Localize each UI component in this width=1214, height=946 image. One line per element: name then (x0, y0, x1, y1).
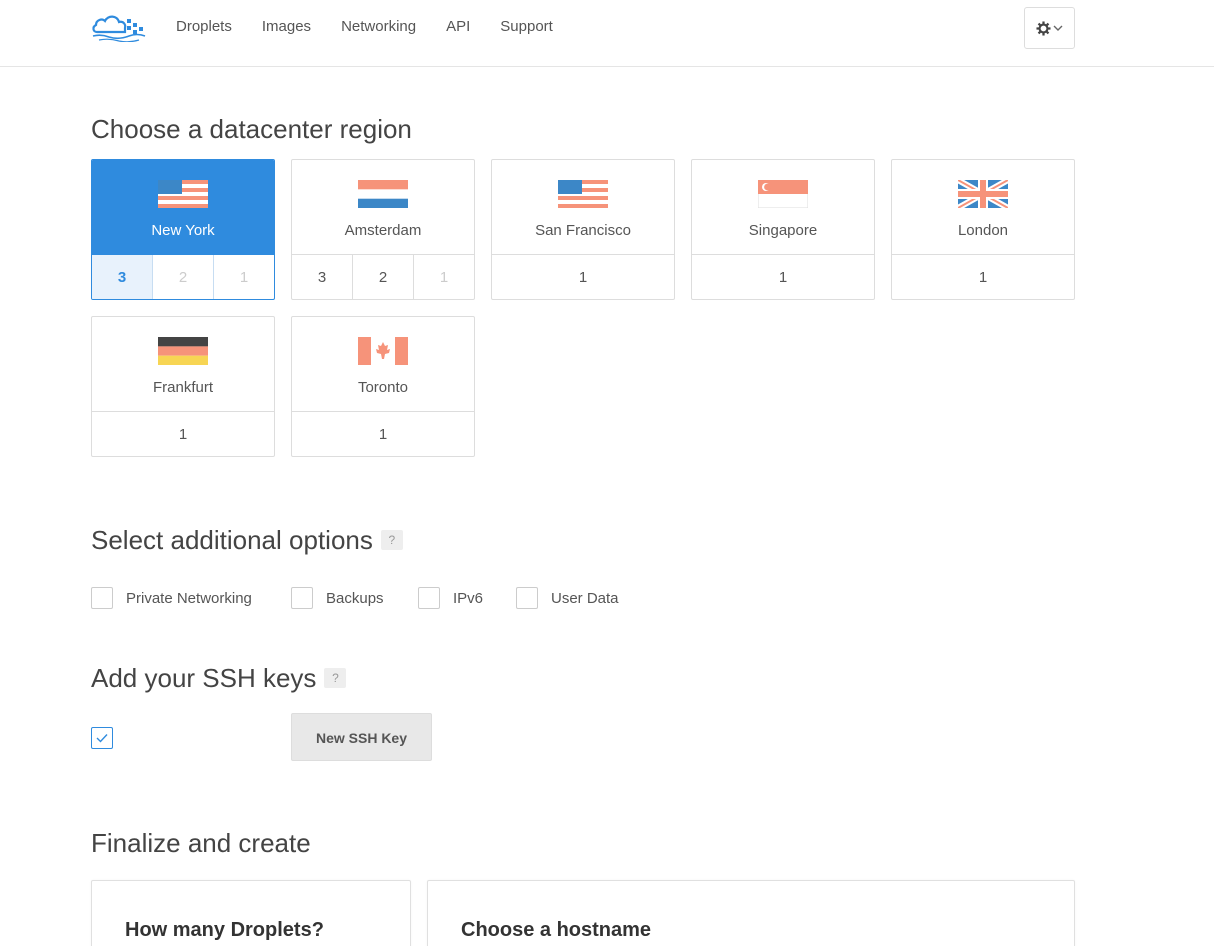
datacenter-option-1[interactable]: 1 (292, 412, 474, 456)
droplet-count-panel: How many Droplets? (91, 880, 411, 946)
private-networking-checkbox[interactable] (91, 587, 113, 609)
option-label: Backups (326, 589, 384, 607)
region-name: New York (151, 222, 215, 239)
finalize-heading: Finalize and create (91, 828, 311, 858)
region-card-frankfurt[interactable]: Frankfurt 1 (91, 316, 275, 457)
datacenter-option-1[interactable]: 1 (892, 255, 1074, 299)
region-card-toronto[interactable]: Toronto 1 (291, 316, 475, 457)
ssh-key-option[interactable] (91, 727, 113, 749)
region-card-san-francisco[interactable]: San Francisco 1 (491, 159, 675, 300)
option-label: IPv6 (453, 589, 484, 607)
datacenter-option-1[interactable]: 1 (692, 255, 874, 299)
region-card-top[interactable]: San Francisco (492, 160, 674, 255)
option-user-data[interactable]: User Data (516, 587, 619, 609)
datacenter-options: 1 (292, 412, 474, 456)
hostname-title: Choose a hostname (461, 919, 652, 941)
nav-api[interactable]: API (446, 18, 470, 36)
option-ipv6[interactable]: IPv6 (418, 587, 483, 609)
datacenter-options: 3 2 1 (92, 255, 274, 299)
us-flag-icon (558, 180, 608, 208)
region-card-top[interactable]: London (892, 160, 1074, 255)
top-navbar: Droplets Images Networking API Support (0, 0, 1214, 67)
nav-droplets[interactable]: Droplets (176, 18, 232, 36)
region-name: Amsterdam (344, 222, 422, 239)
option-label: User Data (551, 589, 619, 607)
backups-checkbox[interactable] (291, 587, 313, 609)
options-help-badge[interactable]: ? (380, 530, 403, 551)
options-heading: Select additional options? (91, 524, 403, 556)
user-data-checkbox[interactable] (516, 587, 538, 609)
digitalocean-logo-icon[interactable] (91, 10, 147, 42)
region-card-singapore[interactable]: Singapore 1 (691, 159, 875, 300)
main-nav: Droplets Images Networking API Support (176, 18, 583, 36)
region-name: Singapore (748, 222, 818, 239)
region-card-new-york[interactable]: New York 3 2 1 (91, 159, 275, 300)
region-name: London (957, 222, 1009, 239)
datacenter-option-1[interactable]: 1 (92, 412, 274, 456)
new-ssh-key-button[interactable]: New SSH Key (291, 713, 432, 761)
datacenter-option-2: 2 (153, 255, 214, 299)
nav-images[interactable]: Images (262, 18, 311, 36)
region-name: Frankfurt (152, 379, 213, 396)
nav-support[interactable]: Support (500, 18, 553, 36)
ssh-heading-text: Add your SSH keys (91, 663, 317, 693)
region-name: Toronto (357, 379, 409, 396)
datacenter-option-3[interactable]: 3 (92, 255, 153, 299)
datacenter-options: 1 (92, 412, 274, 456)
datacenter-option-1[interactable]: 1 (492, 255, 674, 299)
ssh-help-badge[interactable]: ? (324, 668, 347, 689)
ca-flag-icon (358, 337, 408, 365)
region-card-top[interactable]: Singapore (692, 160, 874, 255)
region-card-top[interactable]: Frankfurt (92, 317, 274, 412)
datacenter-options: 1 (892, 255, 1074, 299)
region-card-london[interactable]: London 1 (891, 159, 1075, 300)
options-heading-text: Select additional options (91, 525, 373, 555)
region-card-amsterdam[interactable]: Amsterdam 3 2 1 (291, 159, 475, 300)
datacenter-option-1: 1 (239, 269, 249, 286)
datacenter-option-1: 1 (439, 269, 449, 286)
de-flag-icon (158, 337, 208, 365)
chevron-down-icon (1053, 25, 1063, 31)
settings-dropdown-button[interactable] (1024, 7, 1075, 49)
region-card-top[interactable]: New York (92, 160, 274, 255)
nl-flag-icon (358, 180, 408, 208)
gear-icon (1036, 20, 1051, 36)
ipv6-checkbox[interactable] (418, 587, 440, 609)
option-private-networking[interactable]: Private Networking (91, 587, 252, 609)
uk-flag-icon (958, 180, 1008, 208)
nav-networking[interactable]: Networking (341, 18, 416, 36)
ssh-key-checkbox[interactable] (91, 727, 113, 749)
option-label: Private Networking (126, 589, 252, 607)
region-name: San Francisco (535, 222, 631, 239)
checkmark-icon (96, 734, 108, 743)
region-heading: Choose a datacenter region (91, 114, 412, 144)
sg-flag-icon (758, 180, 808, 208)
option-backups[interactable]: Backups (291, 587, 384, 609)
datacenter-options: 1 (692, 255, 874, 299)
datacenter-option-2[interactable]: 2 (353, 255, 414, 299)
us-flag-icon (158, 180, 208, 208)
region-card-top[interactable]: Amsterdam (292, 160, 474, 255)
datacenter-options: 3 2 1 (292, 255, 474, 299)
ssh-heading: Add your SSH keys? (91, 662, 347, 694)
hostname-panel: Choose a hostname (427, 880, 1075, 946)
datacenter-option-3[interactable]: 3 (292, 255, 353, 299)
droplet-count-title: How many Droplets? (125, 919, 324, 941)
datacenter-options: 1 (492, 255, 674, 299)
region-card-top[interactable]: Toronto (292, 317, 474, 412)
